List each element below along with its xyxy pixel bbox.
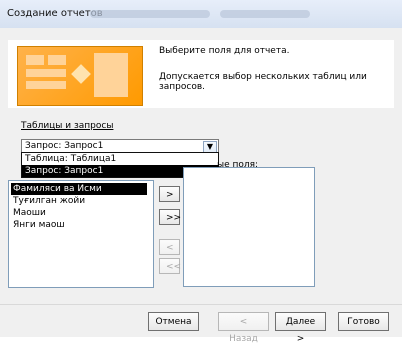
dropdown-option-table1[interactable]: Таблица: Таблица1 xyxy=(22,153,218,165)
report-wizard-icon xyxy=(17,46,143,106)
blurred-title-text-2 xyxy=(220,10,310,18)
logo-grid-5 xyxy=(94,53,128,97)
remove-field-button[interactable]: < xyxy=(159,239,180,255)
field-item[interactable]: Маоши xyxy=(11,207,147,219)
logo-grid-3 xyxy=(26,69,66,77)
cancel-button[interactable]: Отмена xyxy=(148,312,199,331)
selected-fields-list[interactable] xyxy=(183,167,315,287)
blurred-title-text xyxy=(90,10,210,18)
add-field-button[interactable]: > xyxy=(159,186,180,202)
header-line-2: Допускается выбор нескольких таблиц или … xyxy=(159,72,367,92)
window-title: Создание отчетов xyxy=(7,8,103,19)
field-item[interactable]: Туғилган жойи xyxy=(11,195,147,207)
field-item[interactable]: Фамиляси ва Исми xyxy=(11,183,147,195)
back-button[interactable]: < Назад xyxy=(218,312,269,344)
next-button[interactable]: Далее > xyxy=(275,312,326,344)
header-line-1: Выберите поля для отчета. xyxy=(159,46,290,56)
field-item[interactable]: Янги маош xyxy=(11,219,147,231)
logo-grid-1 xyxy=(26,55,44,65)
title-bar: Создание отчетов xyxy=(0,0,402,29)
available-fields-list[interactable]: Фамиляси ва Исми Туғилган жойи Маоши Янг… xyxy=(8,180,154,288)
tables-label: Таблицы и запросы xyxy=(21,121,114,131)
tables-combo-value: Запрос: Запрос1 xyxy=(25,141,104,151)
finish-button[interactable]: Готово xyxy=(338,312,389,331)
logo-grid-4 xyxy=(26,81,66,89)
remove-all-fields-button[interactable]: << xyxy=(159,258,181,274)
add-all-fields-button[interactable]: >> xyxy=(159,209,181,225)
footer-divider xyxy=(0,304,402,305)
logo-arrow xyxy=(71,64,91,84)
logo-grid-2 xyxy=(48,55,66,65)
